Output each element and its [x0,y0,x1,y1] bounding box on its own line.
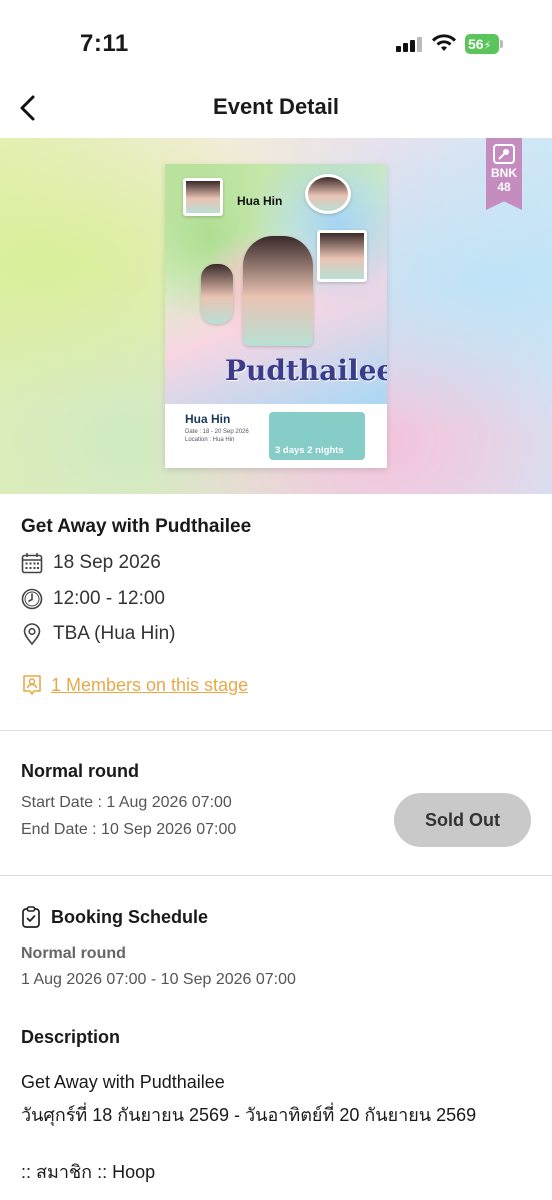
wifi-icon [432,34,456,51]
booking-header: Booking Schedule [21,906,208,928]
ticket-round-section: Normal round Start Date : 1 Aug 2026 07:… [0,731,552,875]
poster-nights: 3 days 2 nights [275,445,344,456]
member-badge-icon [23,675,41,695]
event-info-section: Get Away with Pudthailee 18 Sep 2026 12:… [0,494,552,730]
poster-photo [183,178,223,216]
event-date: 18 Sep 2026 [53,552,161,573]
description-line: วันศุกร์ที่ 18 กันยายน 2569 - วันอาทิตย์… [21,1105,477,1125]
page-title: Event Detail [213,94,339,119]
poster-photo [305,174,351,214]
poster-photo [201,264,233,324]
event-poster-image[interactable]: Hua Hin Pudthailee Hua Hin Date : 18 - 2… [165,164,387,468]
poster-artwork: Hua Hin Pudthailee [165,164,387,404]
event-banner: Hua Hin Pudthailee Hua Hin Date : 18 - 2… [0,138,552,494]
poster-info-strip: Hua Hin Date : 18 - 20 Sep 2026 Location… [165,404,387,468]
poster-bottom-sub: Date : 18 - 20 Sep 2026 Location : Hua H… [185,429,249,443]
poster-city: Hua Hin [237,194,283,208]
booking-round-name: Normal round [21,945,126,962]
booking-date-range: 1 Aug 2026 07:00 - 10 Sep 2026 07:00 [21,971,296,988]
round-end-date: End Date : 10 Sep 2026 07:00 [21,821,237,838]
description-line: Get Away with Pudthailee [21,1072,225,1092]
event-time-row: 12:00 - 12:00 [21,587,165,611]
bnk48-logo-icon [493,144,515,164]
cellular-signal-icon [396,36,422,52]
status-time: 7:11 [80,30,129,57]
poster-bottom-title: Hua Hin [185,412,231,426]
bnk48-badge-text: BNK 48 [491,166,517,194]
clock-icon [21,588,43,610]
clipboard-check-icon [22,906,40,928]
poster-route-box: 3 days 2 nights [269,412,365,460]
event-time: 12:00 - 12:00 [53,588,165,609]
members-link[interactable]: 1 Members on this stage [51,675,248,696]
status-bar: 7:11 56⚡ [0,0,552,80]
sold-out-button[interactable]: Sold Out [394,793,531,847]
members-link-row[interactable]: 1 Members on this stage [21,674,248,696]
poster-script-title: Pudthailee [225,354,387,387]
event-title: Get Away with Pudthailee [21,516,252,537]
battery-icon: 56⚡ [465,34,499,54]
battery-cap [500,40,503,48]
round-start-date: Start Date : 1 Aug 2026 07:00 [21,794,232,811]
poster-photo [243,236,313,346]
description-line: :: สมาชิก :: Hoop [21,1162,156,1182]
nav-header: Event Detail [0,80,552,138]
poster-photo [317,230,367,282]
battery-level: 56 [468,36,484,52]
calendar-icon [21,553,43,574]
description-title: Description [21,1027,121,1047]
event-location: TBA (Hua Hin) [53,623,176,644]
event-location-row: TBA (Hua Hin) [21,622,175,646]
booking-schedule-section: Booking Schedule Normal round 1 Aug 2026… [0,876,552,1200]
event-date-row: 18 Sep 2026 [21,551,161,575]
round-title: Normal round [21,761,140,781]
bnk48-badge: BNK 48 [486,138,522,210]
booking-title: Booking Schedule [51,906,209,927]
location-pin-icon [23,623,41,645]
